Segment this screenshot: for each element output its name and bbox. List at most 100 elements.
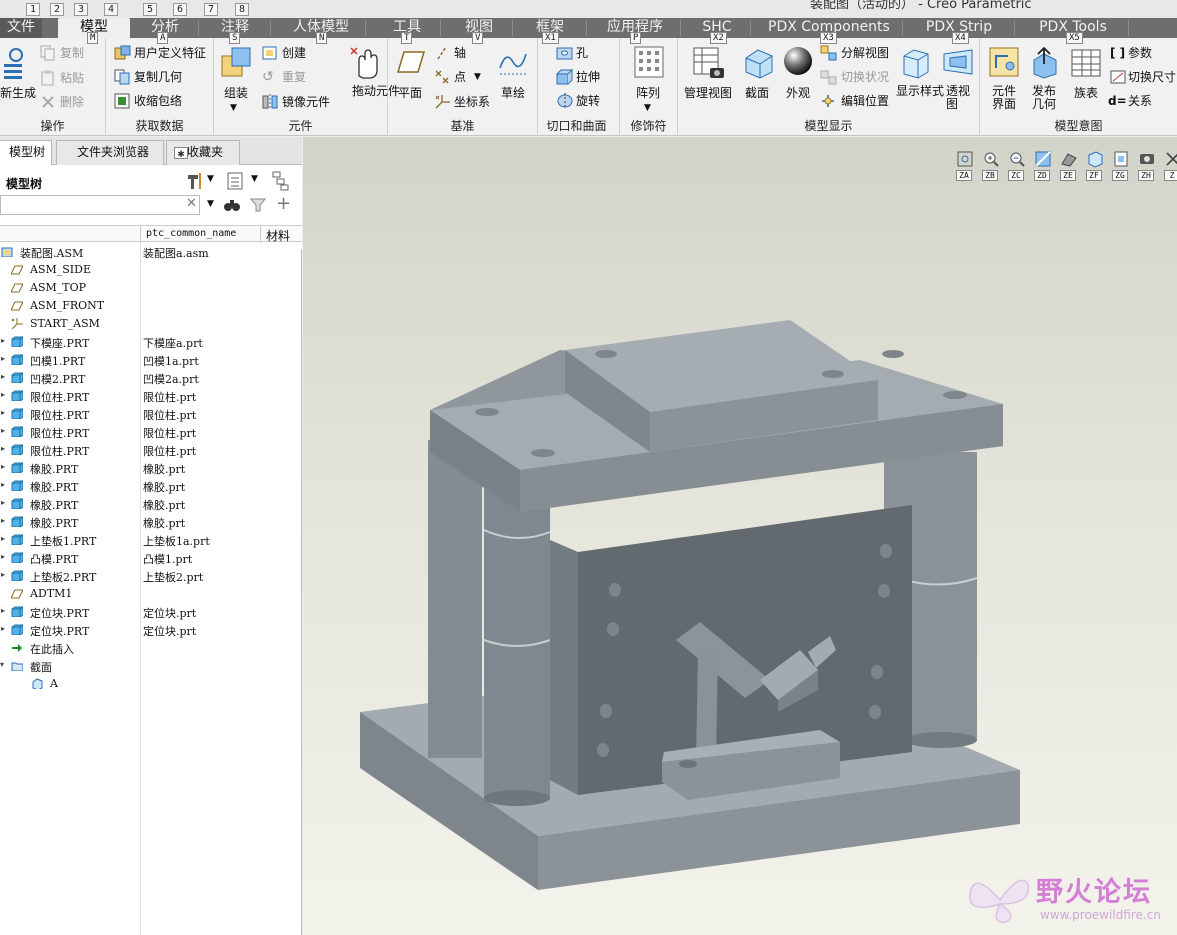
shrinkwrap-button[interactable]: 收缩包络	[134, 93, 182, 109]
view-toolbar-button[interactable]: ZC	[1006, 150, 1028, 182]
settings-dropdown-icon[interactable]: ▼	[207, 174, 214, 184]
tree-filter-icon[interactable]	[272, 171, 294, 191]
relations-button[interactable]: 关系	[1128, 93, 1152, 109]
datum-axis-button[interactable]: 轴	[454, 45, 466, 61]
graphics-viewport[interactable]	[303, 137, 1177, 935]
expand-arrow-icon[interactable]: ▸	[1, 498, 5, 507]
explode-view-button[interactable]: 分解视图	[841, 45, 889, 61]
show-list-icon[interactable]	[226, 171, 246, 191]
regenerate-icon[interactable]	[2, 46, 28, 84]
quick-access-key-7[interactable]: 7	[204, 3, 218, 16]
tree-row[interactable]: ▸ 凹模2.PRT 凹模2a.prt	[0, 369, 300, 387]
group-label-cut-surface[interactable]: 切口和曲面	[534, 118, 619, 134]
repeat-button[interactable]: 重复	[282, 69, 306, 85]
filter-funnel-icon[interactable]	[250, 197, 266, 213]
quick-access-key-1[interactable]: 1	[26, 3, 40, 16]
tab-model-tree[interactable]: 模型树	[0, 140, 52, 166]
edit-position-button[interactable]: 编辑位置	[841, 93, 889, 109]
datum-plane-button[interactable]: 平面	[398, 85, 422, 101]
extrude-button[interactable]: 拉伸	[576, 69, 600, 85]
hole-button[interactable]: 孔	[576, 45, 588, 61]
tree-row[interactable]: ADTM1	[0, 585, 300, 603]
tree-row[interactable]: ▸ 橡胶.PRT 橡胶.prt	[0, 477, 300, 495]
quick-access-key-8[interactable]: 8	[235, 3, 249, 16]
search-dropdown-icon[interactable]: ▼	[207, 199, 214, 209]
tree-row[interactable]: ▸ 上垫板2.PRT 上垫板2.prt	[0, 567, 300, 585]
expand-arrow-icon[interactable]: ▸	[1, 426, 5, 435]
expand-arrow-icon[interactable]: ▸	[1, 570, 5, 579]
tree-row[interactable]: ▸ 上垫板1.PRT 上垫板1a.prt	[0, 531, 300, 549]
view-toolbar-button[interactable]: ZG	[1110, 150, 1132, 182]
column-common-name[interactable]: ptc_common_name	[146, 228, 236, 239]
manage-views-button[interactable]: 管理视图	[684, 85, 732, 101]
tab-file[interactable]: 文件	[0, 18, 42, 38]
udf-button[interactable]: 用户定义特征	[134, 45, 206, 61]
add-column-icon[interactable]: +	[276, 193, 291, 214]
copy-geometry-button[interactable]: 复制几何	[134, 69, 182, 85]
create-button[interactable]: 创建	[282, 45, 306, 61]
expand-arrow-icon[interactable]: ▸	[1, 354, 5, 363]
quick-access-key-3[interactable]: 3	[74, 3, 88, 16]
publish-geometry-button[interactable]: 发布几何	[1032, 85, 1060, 111]
tree-row[interactable]: ▸ 橡胶.PRT 橡胶.prt	[0, 459, 300, 477]
datum-point-button[interactable]: 点	[454, 69, 466, 85]
expand-arrow-icon[interactable]: ▸	[1, 462, 5, 471]
expand-arrow-icon[interactable]: ▸	[1, 390, 5, 399]
pattern-dropdown-icon[interactable]: ▼	[644, 100, 651, 116]
expand-arrow-icon[interactable]: ▸	[1, 372, 5, 381]
tree-row[interactable]: 在此插入	[0, 639, 300, 657]
view-toolbar-button[interactable]: ZD	[1032, 150, 1054, 182]
group-label-datum[interactable]: 基准	[388, 118, 537, 134]
expand-arrow-icon[interactable]: ▸	[1, 552, 5, 561]
tree-row[interactable]: ▸ 定位块.PRT 定位块.prt	[0, 621, 300, 639]
appearance-button[interactable]: 外观	[786, 85, 810, 101]
expand-arrow-icon[interactable]: ▸	[1, 606, 5, 615]
tree-row[interactable]: ▸ 限位柱.PRT 限位柱.prt	[0, 441, 300, 459]
section-button[interactable]: 截面	[745, 85, 769, 101]
parameters-button[interactable]: 参数	[1128, 45, 1152, 61]
quick-access-key-2[interactable]: 2	[50, 3, 64, 16]
assemble-button[interactable]: 组装	[224, 85, 248, 101]
tree-row[interactable]: ▸ 凸模.PRT 凸模1.prt	[0, 549, 300, 567]
expand-arrow-icon[interactable]: ▸	[1, 444, 5, 453]
group-label-operations[interactable]: 操作	[0, 118, 105, 134]
perspective-button[interactable]: 透视图	[946, 85, 972, 111]
find-binoculars-icon[interactable]	[223, 197, 241, 213]
tree-row[interactable]: ▸ 定位块.PRT 定位块.prt	[0, 603, 300, 621]
paste-button[interactable]: 粘贴	[60, 70, 84, 86]
tree-row[interactable]: ASM_FRONT	[0, 297, 300, 315]
display-style-button[interactable]: 显示样式	[896, 85, 944, 98]
tree-row[interactable]: ASM_SIDE	[0, 261, 300, 279]
family-table-button[interactable]: 族表	[1074, 85, 1098, 101]
tree-row[interactable]: ▸ 橡胶.PRT 橡胶.prt	[0, 513, 300, 531]
tree-row[interactable]: ASM_TOP	[0, 279, 300, 297]
group-label-model-intent[interactable]: 模型意图	[980, 118, 1177, 134]
tree-row[interactable]: ▾ 截面	[0, 657, 300, 675]
expand-arrow-icon[interactable]: ▸	[1, 516, 5, 525]
component-interface-button[interactable]: 元件界面	[992, 85, 1020, 111]
coordinate-system-button[interactable]: 坐标系	[454, 94, 490, 110]
expand-arrow-icon[interactable]: ▸	[1, 408, 5, 417]
tree-row[interactable]: START_ASM	[0, 315, 300, 333]
view-toolbar-button[interactable]: Z	[1162, 150, 1177, 182]
tab-folder-browser[interactable]: 文件夹浏览器	[56, 140, 164, 165]
tree-row[interactable]: ▸ 限位柱.PRT 限位柱.prt	[0, 405, 300, 423]
group-label-model-display[interactable]: 模型显示	[678, 118, 979, 134]
tree-row[interactable]: ▸ 限位柱.PRT 限位柱.prt	[0, 387, 300, 405]
quick-access-key-5[interactable]: 5	[143, 3, 157, 16]
tree-row[interactable]: 装配图.ASM 装配图a.asm	[0, 243, 300, 261]
regenerate-button[interactable]: 新生成	[0, 85, 36, 101]
delete-button[interactable]: 删除	[60, 94, 84, 110]
view-toolbar-button[interactable]: ZE	[1058, 150, 1080, 182]
quick-access-key-6[interactable]: 6	[173, 3, 187, 16]
copy-button[interactable]: 复制	[60, 45, 84, 61]
view-toolbar-button[interactable]: ZF	[1084, 150, 1106, 182]
show-dropdown-icon[interactable]: ▼	[251, 174, 258, 184]
expand-arrow-icon[interactable]: ▸	[1, 480, 5, 489]
mirror-component-button[interactable]: 镜像元件	[282, 94, 330, 110]
assembly-model[interactable]	[303, 137, 1177, 935]
clear-search-icon[interactable]: ✕	[186, 196, 197, 211]
settings-hammer-icon[interactable]	[184, 171, 204, 191]
tree-row[interactable]: A	[0, 675, 300, 693]
switch-dimensions-button[interactable]: 切换尺寸	[1128, 69, 1176, 85]
